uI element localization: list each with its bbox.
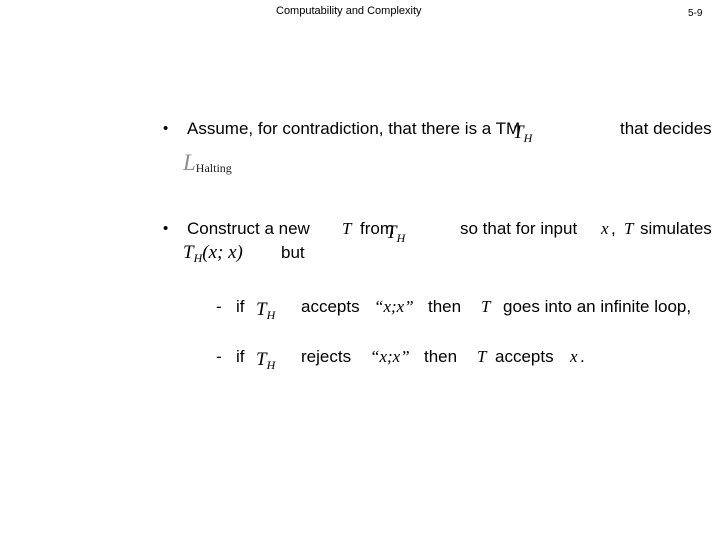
- subbullet-1-math-2: T: [481, 296, 490, 317]
- math-arguments: (x; x): [202, 242, 243, 263]
- slide-page-number: 5-9: [688, 8, 703, 19]
- bullet-1-text-after: that decides: [620, 119, 712, 138]
- subbullet-2-text-4: accepts: [495, 347, 554, 366]
- subbullet-2-text-1: if: [236, 347, 245, 366]
- math-symbol-x: x: [601, 219, 609, 238]
- bullet-marker-1: •: [163, 120, 169, 137]
- math-symbol-t: T: [513, 122, 524, 143]
- subbullet-2-math-2: T: [477, 346, 486, 367]
- bullet-2-math-4: T: [624, 218, 633, 239]
- math-object-th-3: TH: [256, 299, 275, 323]
- math-symbol-l: L: [183, 150, 196, 175]
- bullet-2-text-3: so that for input: [460, 219, 578, 238]
- math-symbol-t: T: [342, 219, 352, 238]
- math-symbol-t: T: [386, 222, 397, 243]
- math-symbol-x: x: [570, 347, 578, 366]
- subbullet-2-text-3: then: [424, 347, 458, 366]
- math-subscript-h: H: [396, 231, 406, 246]
- subbullet-2-math-3: x: [570, 346, 578, 367]
- subbullet-1-text-1: if: [236, 297, 245, 316]
- subbullet-1-quoted: “x;x”: [374, 297, 414, 316]
- subbullet-marker-2: -: [216, 347, 222, 366]
- subbullet-2-text-5: .: [580, 347, 585, 366]
- subbullet-marker-1: -: [216, 297, 222, 316]
- subbullet-2-quoted: “x;x”: [370, 347, 410, 366]
- math-object-th-2: TH: [386, 222, 405, 246]
- math-object-l-halting: LHalting: [183, 150, 232, 176]
- math-object-th-call: TH(x; x): [183, 242, 243, 266]
- subbullet-1-text-2: accepts: [301, 297, 360, 316]
- bullet-2-math-1: T: [342, 218, 351, 239]
- math-symbol-t: T: [256, 299, 267, 320]
- bullet-2-text-1: Construct a new: [187, 219, 310, 238]
- math-subscript-halting: Halting: [195, 161, 232, 176]
- slide-canvas: Computability and Complexity 5-9 • Assum…: [0, 0, 720, 540]
- bullet-2-text-6: but: [281, 243, 305, 262]
- math-symbol-t: T: [624, 219, 634, 238]
- math-object-th-1: TH: [513, 122, 532, 146]
- math-subscript-h: H: [266, 308, 276, 323]
- math-symbol-t: T: [477, 347, 487, 366]
- slide-header-title: Computability and Complexity: [276, 5, 422, 17]
- math-symbol-t: T: [256, 349, 267, 370]
- math-subscript-h: H: [193, 251, 203, 266]
- bullet-2-text-5: simulates: [640, 219, 712, 238]
- subbullet-1-text-3: then: [428, 297, 462, 316]
- math-symbol-t: T: [183, 242, 194, 263]
- math-object-th-4: TH: [256, 349, 275, 373]
- bullet-1-text-before: Assume, for contradiction, that there is…: [187, 119, 521, 138]
- bullet-2-math-3: x: [601, 218, 609, 239]
- math-subscript-h: H: [266, 358, 276, 373]
- math-symbol-t: T: [481, 297, 491, 316]
- math-subscript-h: H: [523, 131, 533, 146]
- subbullet-1-text-4: goes into an infinite loop,: [503, 297, 692, 316]
- bullet-marker-2: •: [163, 220, 169, 237]
- bullet-2-text-4: ,: [611, 219, 616, 238]
- subbullet-2-text-2: rejects: [301, 347, 352, 366]
